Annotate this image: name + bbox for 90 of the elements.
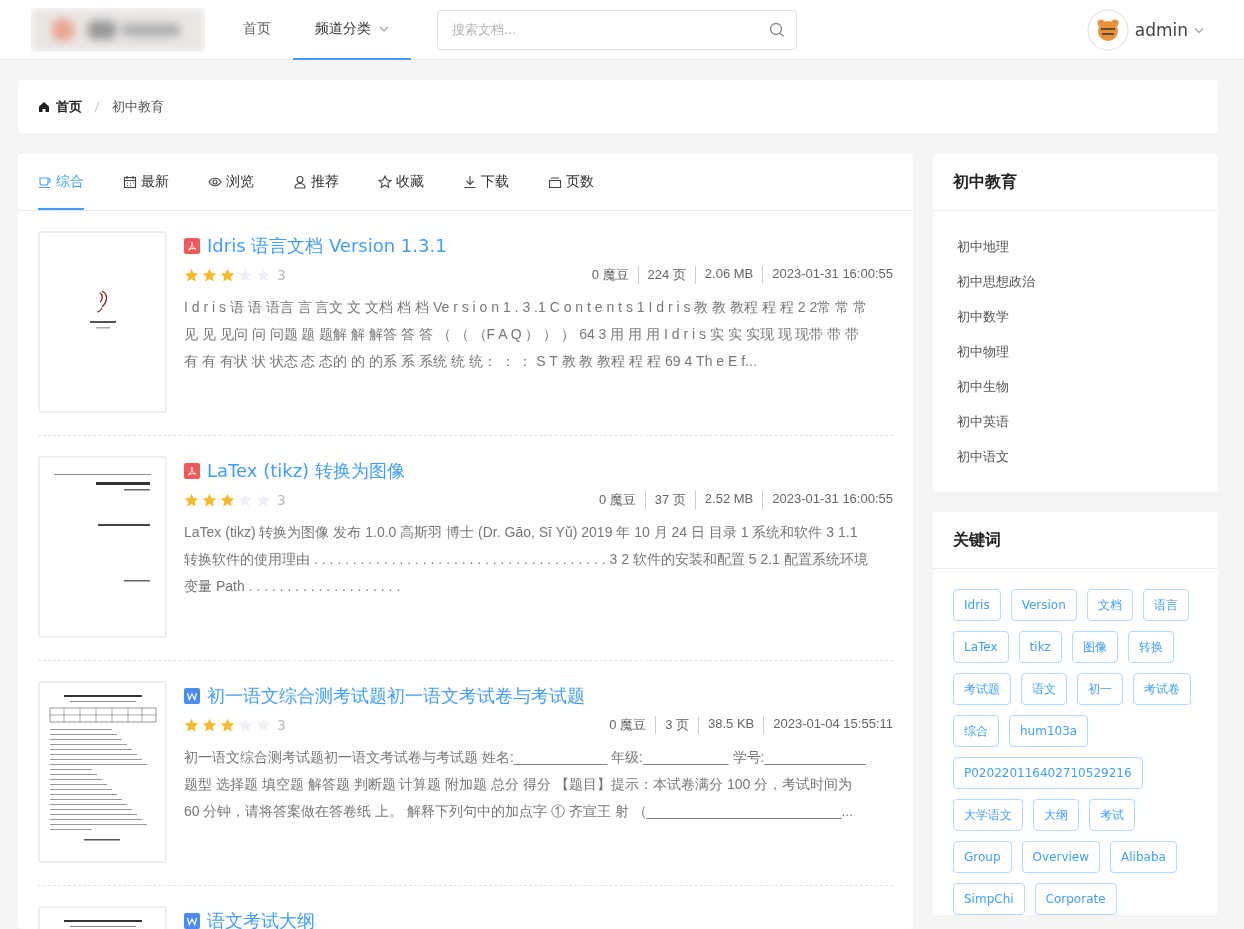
keyword-tag[interactable]: Idris xyxy=(953,589,1001,621)
rating-value: 3 xyxy=(277,492,286,508)
tab[interactable]: 最新 xyxy=(123,154,169,210)
meta-text: 0 魔豆 xyxy=(591,266,629,284)
keyword-tag[interactable]: Group xyxy=(953,841,1012,873)
star-icon xyxy=(378,175,392,189)
keyword-tag[interactable]: 语文 xyxy=(1021,673,1067,705)
meta-text: 3 页 xyxy=(655,716,689,734)
star-icon xyxy=(220,492,235,508)
person-icon xyxy=(293,175,307,189)
rating-value: 3 xyxy=(277,267,286,283)
breadcrumb-current: 初中教育 xyxy=(112,97,164,116)
star-icon xyxy=(220,267,235,283)
eye-icon xyxy=(208,175,222,189)
meta-text: 224 页 xyxy=(637,266,686,284)
document-summary: LaTex (tikz) 转换为图像 发布 1.0.0 高斯羽 博士 (Dr. Gāo, Sī Yǔ) 2019 年 10 月 24 日 目录 1 系统和软件 3 1.1 转换软件的使用理由 . . . . . . . . . . . . . . . . . . . . . . . . . . . . . . . . . . . . . . 3 2 软件的安装和配置 5 2.1 配置系统环境变量 Path . . . . . . . . . . . . . . . . . . . . xyxy=(184,523,869,596)
nav-link[interactable]: 频道分类 xyxy=(293,0,411,60)
keyword-tag[interactable]: tikz xyxy=(1018,631,1062,663)
meta-text: 38.5 KB xyxy=(698,716,755,734)
meta-text: 0 魔豆 xyxy=(598,491,636,509)
document-title-text[interactable]: LaTex (tikz) 转换为图像 xyxy=(207,459,405,483)
star-icon xyxy=(220,717,235,733)
keyword-tag[interactable]: Version xyxy=(1010,589,1077,621)
keyword-tag[interactable]: 语言 xyxy=(1142,589,1189,621)
tab[interactable]: 综合 xyxy=(38,154,84,210)
tab[interactable]: 下载 xyxy=(463,154,509,210)
star-icon xyxy=(202,717,217,733)
document-title-text[interactable]: 初一语文综合测考试题初一语文考试卷与考试题 xyxy=(207,684,585,708)
star-icon xyxy=(184,717,199,733)
keyword-tag[interactable]: 大纲 xyxy=(1033,799,1079,831)
category-link[interactable]: 初中物理 xyxy=(957,334,1194,369)
pdf-icon xyxy=(184,238,200,254)
keyword-tag[interactable]: LaTex xyxy=(953,631,1009,663)
keyword-tag[interactable]: 考试 xyxy=(1089,799,1135,831)
keyword-tag[interactable]: hum103a xyxy=(1009,715,1089,747)
tab[interactable]: 收藏 xyxy=(378,154,424,210)
keyword-tag[interactable]: 图像 xyxy=(1071,631,1118,663)
keyword-tag[interactable]: 考试卷 xyxy=(1133,673,1191,705)
rating-value: 3 xyxy=(277,717,286,733)
calendar-icon xyxy=(123,175,137,189)
word-icon xyxy=(184,688,200,704)
user-name[interactable]: admin xyxy=(1134,19,1188,40)
star-icon xyxy=(184,492,199,508)
meta-text: 2.52 MB xyxy=(694,491,754,509)
keyword-tag[interactable]: 初一 xyxy=(1077,673,1123,705)
search-icon xyxy=(769,21,785,38)
separator-icon xyxy=(94,100,100,113)
category-link[interactable]: 初中英语 xyxy=(957,404,1194,439)
nav-link[interactable]: 首页 xyxy=(221,0,293,60)
keyword-tag[interactable]: Alibaba xyxy=(1110,841,1177,873)
meta-text: 2023-01-31 16:00:55 xyxy=(762,266,893,284)
keyword-tag[interactable]: 综合 xyxy=(953,715,999,747)
stack-icon xyxy=(548,175,562,189)
keyword-tag[interactable]: Overview xyxy=(1021,841,1101,873)
download-icon xyxy=(463,175,477,189)
meta-text: 37 页 xyxy=(644,491,686,509)
pdf-icon xyxy=(184,463,200,479)
category-link[interactable]: 初中生物 xyxy=(957,369,1194,404)
category-link[interactable]: 初中语文 xyxy=(957,439,1194,474)
breadcrumb-link[interactable]: 首页 xyxy=(56,97,82,116)
star-icon xyxy=(202,492,217,508)
cup-icon xyxy=(38,175,52,189)
keyword-tag[interactable]: 考试题 xyxy=(953,673,1011,705)
document-summary: 初一语文综合测考试题初一语文考试卷与考试题 姓名:____________ 年级:___________ 学号:_____________ 题型 选择题 填空题 解答题 判断题 计算题 附加题 总分 得分 【题目】提示：本试卷满分 100 分，考试时间为 60 分钟，请将答案做在答卷纸 上。 解释下列句中的加点字 ① 齐宣王 射 （_________________________... xyxy=(184,748,867,821)
meta-text: 2023-01-31 16:00:55 xyxy=(762,491,893,509)
category-link[interactable]: 初中地理 xyxy=(957,229,1194,264)
document-title-text[interactable]: Idris 语言文档 Version 1.3.1 xyxy=(207,234,447,258)
category-link[interactable]: 初中数学 xyxy=(957,299,1194,334)
star-icon xyxy=(184,267,199,283)
avatar-icon xyxy=(1086,8,1129,51)
home-icon xyxy=(38,100,50,113)
document-title-text[interactable]: 语文考试大纲 xyxy=(207,909,315,929)
category-link[interactable]: 初中思想政治 xyxy=(957,264,1194,299)
tab[interactable]: 页数 xyxy=(548,154,594,210)
panel-title: 关键词 xyxy=(933,512,1218,569)
keyword-tag[interactable]: 文档 xyxy=(1086,589,1133,621)
keyword-tag[interactable]: Corporate xyxy=(1034,883,1117,915)
tab[interactable]: 浏览 xyxy=(208,154,254,210)
document-summary: I d r i s 语 语 语言 言 言文 文 文档 档 档 Ve r s i o n 1 . 3 .1 C o n t e n t s 1 I d r i s 教 教 教程 程 程 2 2常 常 常见 见 见问 问 问题 题 题解 解 解答 答 答 （ （ （F A Q ） ） ） 64 3 用 用 用 I d r i s 实 实 实现 现 现带 带 带有 有 有状 状 状态 态 态的 的 的系 系 系统 统 统： ： ： S T 教 教 教程 程 程 69 4 Th e E f... xyxy=(184,298,869,371)
keyword-tag[interactable]: 转换 xyxy=(1127,631,1174,663)
meta-text: 2023-01-04 15:55:11 xyxy=(763,716,893,734)
keyword-tag[interactable]: 大学语文 xyxy=(953,799,1023,831)
star-icon xyxy=(202,267,217,283)
tab[interactable]: 推荐 xyxy=(293,154,339,210)
panel-title: 初中教育 xyxy=(933,154,1218,211)
search-field[interactable]: 搜索文档... xyxy=(437,9,797,50)
meta-text: 2.06 MB xyxy=(694,266,754,284)
meta-text: 0 魔豆 xyxy=(609,716,647,734)
keyword-tag[interactable]: P020220116402710529216 xyxy=(953,757,1143,789)
keyword-tag[interactable]: SimpChi xyxy=(953,883,1025,915)
